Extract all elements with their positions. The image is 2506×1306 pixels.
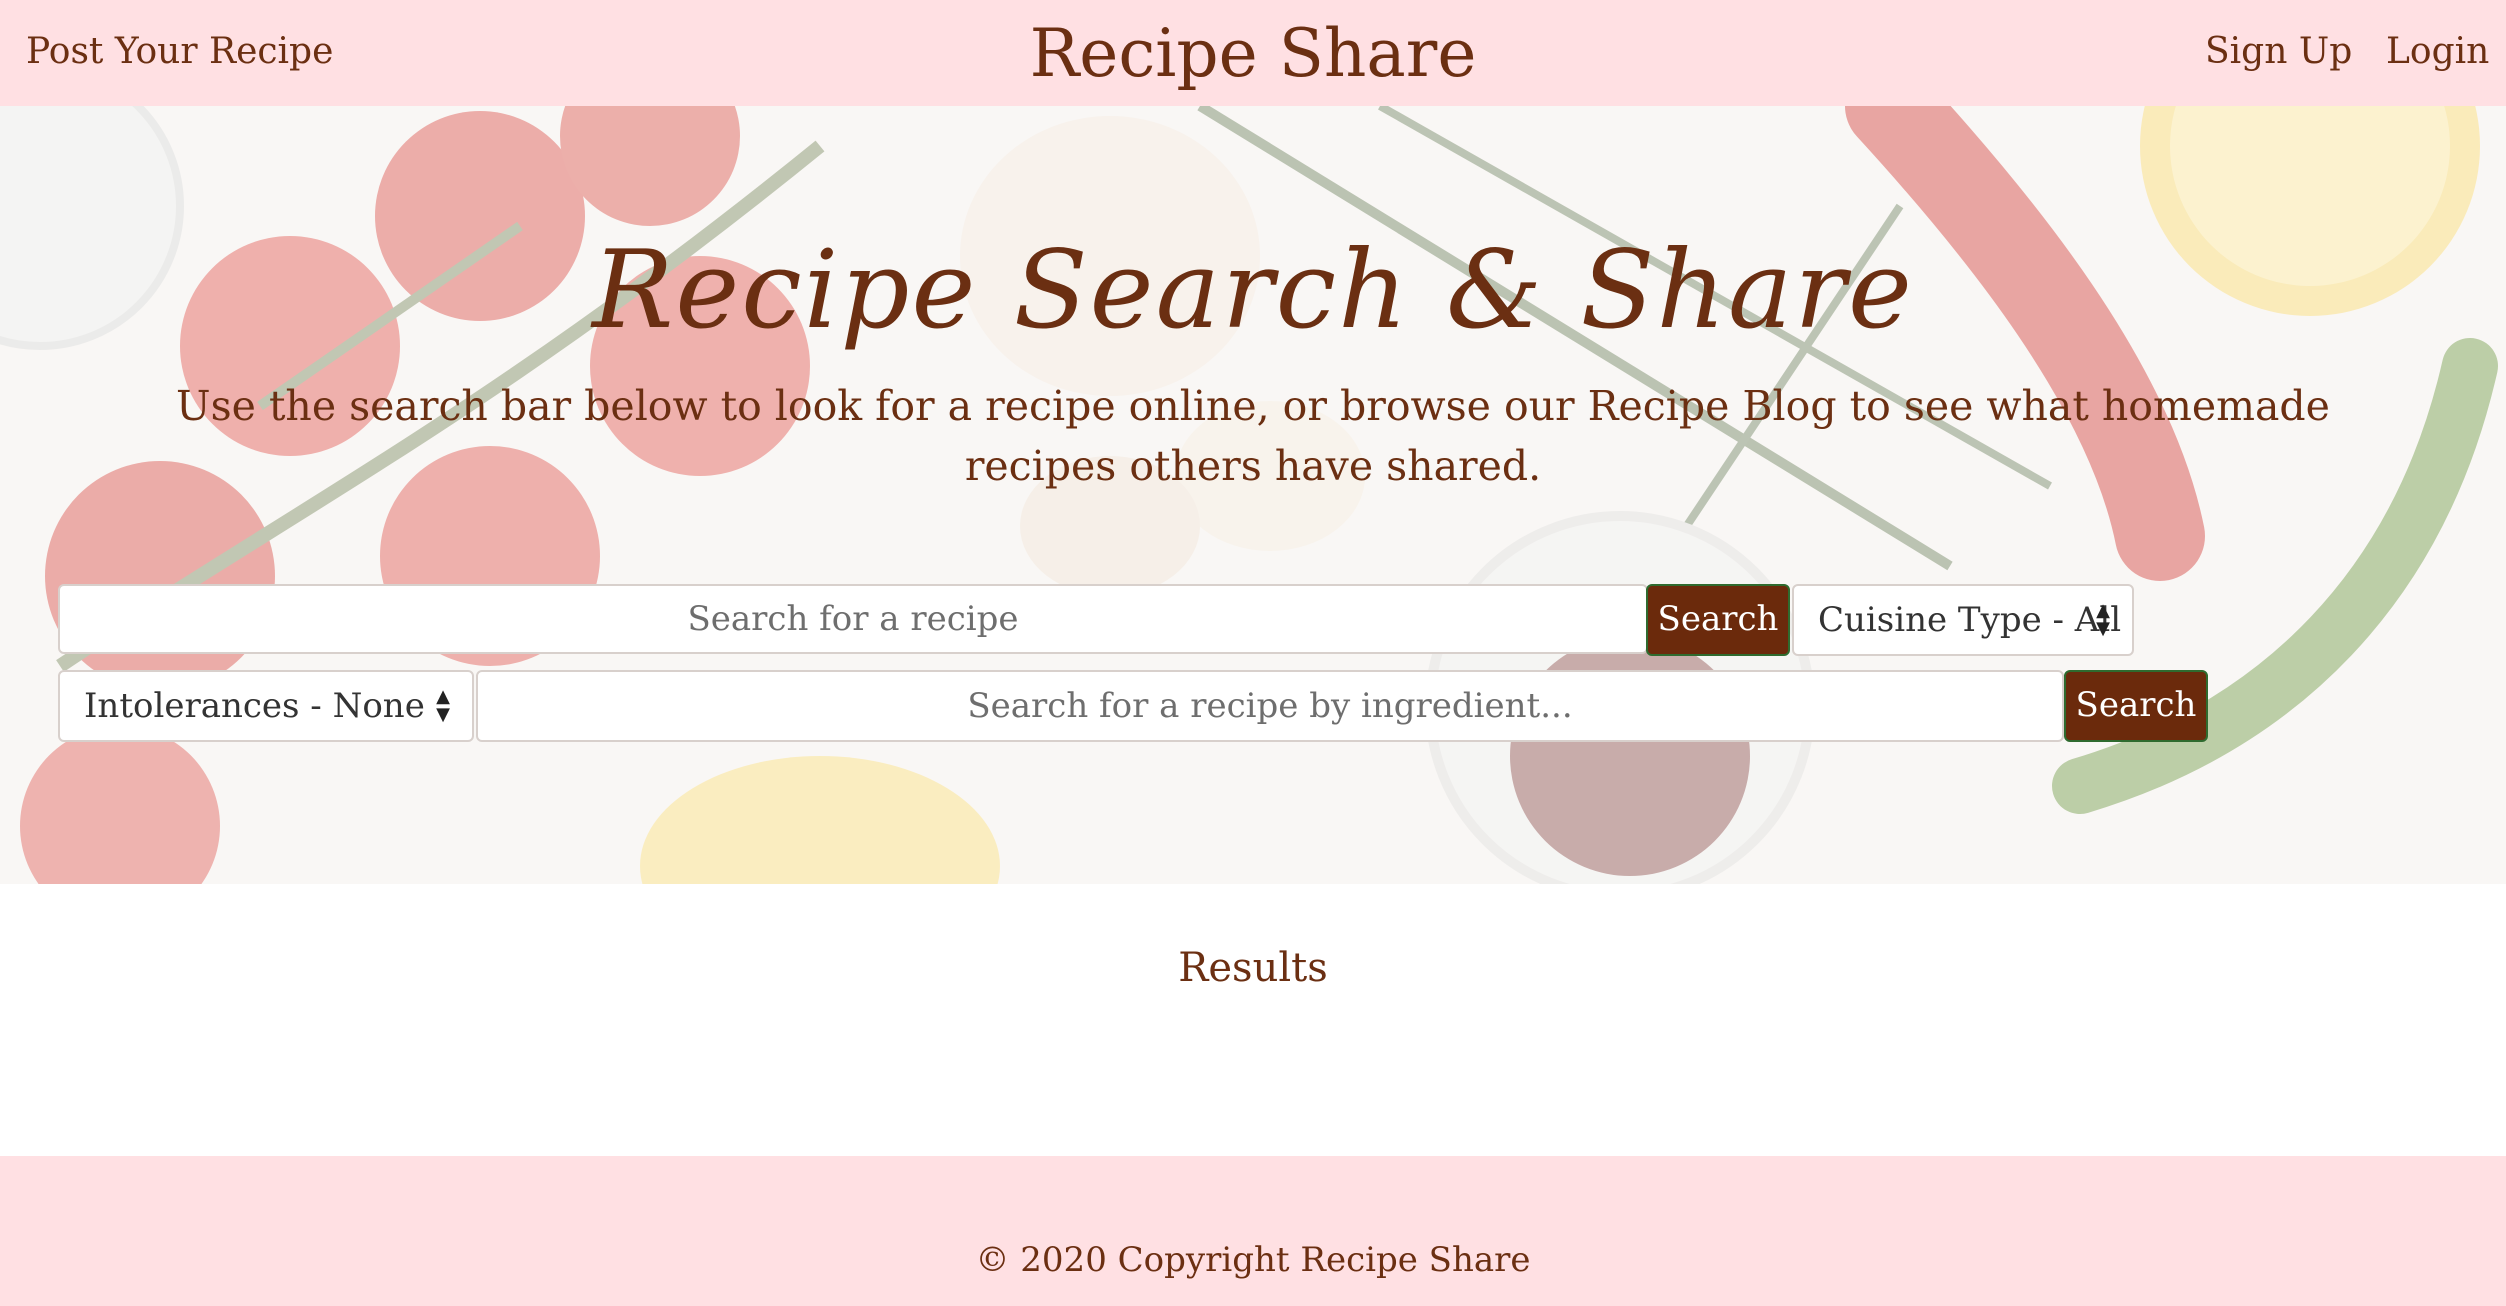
- hero-subtitle: Use the search bar below to look for a r…: [176, 382, 2330, 490]
- intolerances-value: Intolerances - None: [84, 686, 425, 726]
- brand-title[interactable]: Recipe Share: [1030, 15, 1477, 92]
- login-link[interactable]: Login: [2386, 28, 2489, 76]
- brand-title-container: Recipe Share: [0, 14, 2506, 94]
- ingredient-search-input[interactable]: [476, 670, 2064, 742]
- select-arrows-icon: ▲ ▼: [2096, 600, 2110, 639]
- footer-copyright: © 2020 Copyright Recipe Share: [975, 1240, 1531, 1280]
- hero-section: Recipe Search & Share Use the search bar…: [0, 106, 2506, 884]
- post-your-recipe-link[interactable]: Post Your Recipe: [26, 28, 333, 76]
- recipe-search-button[interactable]: Search: [1646, 584, 1790, 656]
- select-arrows-icon: ▲ ▼: [436, 686, 450, 725]
- footer: © 2020 Copyright Recipe Share: [0, 1156, 2506, 1306]
- recipe-search-input[interactable]: [58, 584, 1648, 654]
- top-navbar: Post Your Recipe Recipe Share Sign Up Lo…: [0, 0, 2506, 106]
- ingredient-search-button[interactable]: Search: [2064, 670, 2208, 742]
- cuisine-type-select[interactable]: Cuisine Type - All ▲ ▼: [1792, 584, 2134, 656]
- intolerances-select[interactable]: Intolerances - None ▲ ▼: [58, 670, 474, 742]
- cuisine-type-value: Cuisine Type - All: [1818, 600, 2122, 640]
- results-heading: Results: [1178, 945, 1328, 991]
- sign-up-link[interactable]: Sign Up: [2205, 28, 2352, 76]
- hero-title: Recipe Search & Share: [592, 228, 1914, 353]
